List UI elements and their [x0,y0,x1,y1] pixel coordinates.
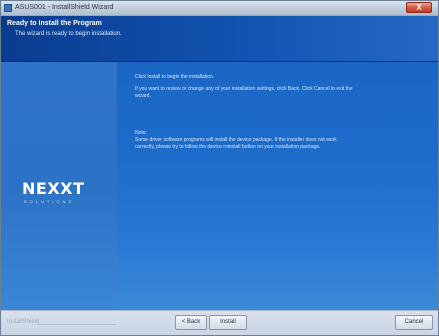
wizard-header: Ready to Install the Program The wizard … [1,16,438,62]
instruction-line-3: wizard. [135,93,151,99]
wizard-body: NEXXT SOLUTIONS Click Install to begin t… [1,62,438,310]
cancel-button[interactable]: Cancel [395,315,433,330]
footer-divider [36,324,116,325]
header-subtitle: The wizard is ready to begin installatio… [15,31,122,37]
logo-text: NEXXT [22,179,85,198]
instruction-line-1: Click Install to begin the installation. [135,74,215,80]
header-title: Ready to Install the Program [7,20,102,27]
title-bar[interactable]: ASUS001 - InstallShield Wizard X [1,1,438,16]
installer-window: ASUS001 - InstallShield Wizard X Ready t… [0,0,439,336]
note-line-1: Some driver software programs will insta… [135,137,337,143]
logo-subtext: SOLUTIONS [24,199,75,204]
button-bar: InstallShield < Back Install Cancel [1,310,438,335]
install-button[interactable]: Install [209,315,247,330]
window-title: ASUS001 - InstallShield Wizard [15,4,114,11]
brand-panel: NEXXT SOLUTIONS [1,62,117,310]
app-icon [4,4,12,12]
close-button[interactable]: X [406,2,432,13]
installshield-brand: InstallShield [7,319,40,325]
instruction-line-2: If you want to review or change any of y… [135,86,353,92]
nexxt-logo: NEXXT SOLUTIONS [22,179,112,205]
note-heading: Note: [135,130,147,136]
note-line-2: correctly, please try to follow the devi… [135,144,321,150]
back-button[interactable]: < Back [175,315,207,330]
